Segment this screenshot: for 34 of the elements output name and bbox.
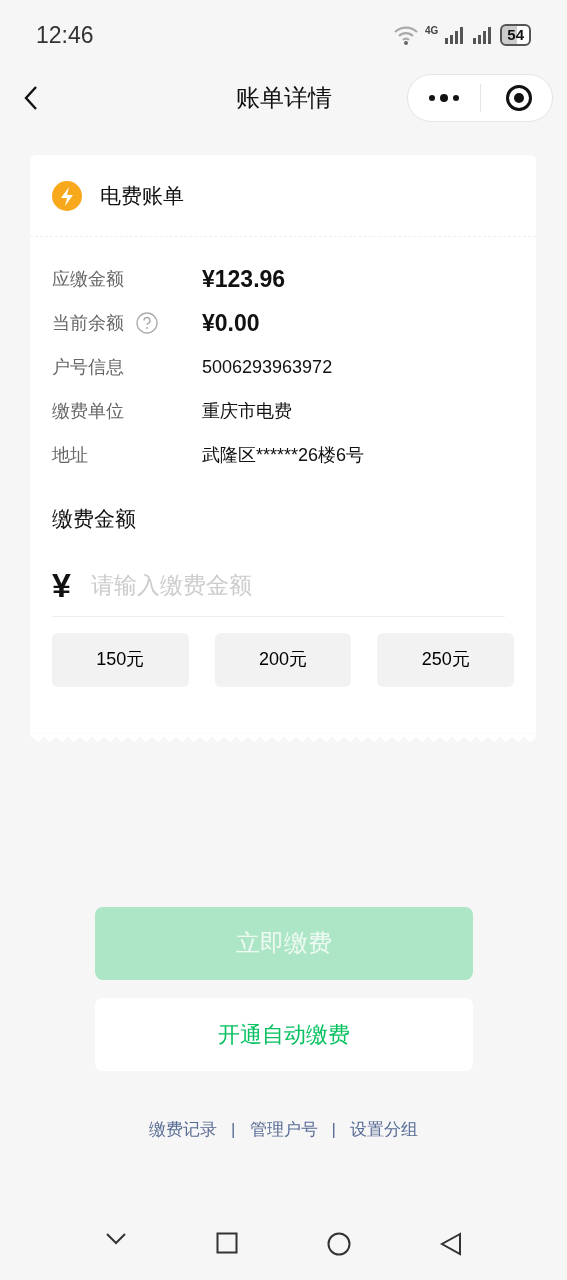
field-label: 户号信息 [52,355,124,379]
separator: | [331,1118,336,1141]
separator: | [231,1118,236,1141]
network-label: 4G [424,26,439,36]
footer-link[interactable]: 设置分组 [349,1116,418,1142]
footer-link[interactable]: 管理户号 [249,1116,318,1142]
amount-value: ¥123.96 [202,264,286,294]
field-value: 5006293963972 [202,355,333,379]
field-label: 缴费单位 [52,399,124,423]
battery-indicator: 54 [500,24,531,46]
amount-option[interactable]: 200元 [214,632,352,687]
footer-link[interactable]: 缴费记录 [149,1116,218,1142]
field-label: 当前余额 [52,311,124,335]
field-value: 武隆区******26楼6号 [202,443,365,467]
field-label: 地址 [52,443,88,467]
amount-option[interactable]: 250元 [377,632,514,687]
amount-value: ¥0.00 [202,308,260,338]
page-title: 账单详情 [235,82,332,113]
back-icon[interactable] [23,84,39,111]
currency-symbol: ¥ [52,564,71,606]
more-icon[interactable] [428,92,460,103]
square-icon[interactable] [215,1232,238,1254]
chevron-down-icon[interactable] [104,1232,127,1246]
amount-option[interactable]: 150元 [52,632,189,687]
circle-icon[interactable] [327,1232,352,1256]
status-time: 12:46 [36,20,94,50]
wifi-icon [392,25,419,45]
section-title: 缴费金额 [52,506,137,532]
field-value: 重庆市电费 [202,399,292,423]
close-icon[interactable] [505,83,533,112]
lightning-icon [52,180,82,211]
field-label: 应缴金额 [52,267,124,291]
back-triangle-icon[interactable] [440,1232,463,1256]
bill-title: 电费账单 [100,182,184,209]
